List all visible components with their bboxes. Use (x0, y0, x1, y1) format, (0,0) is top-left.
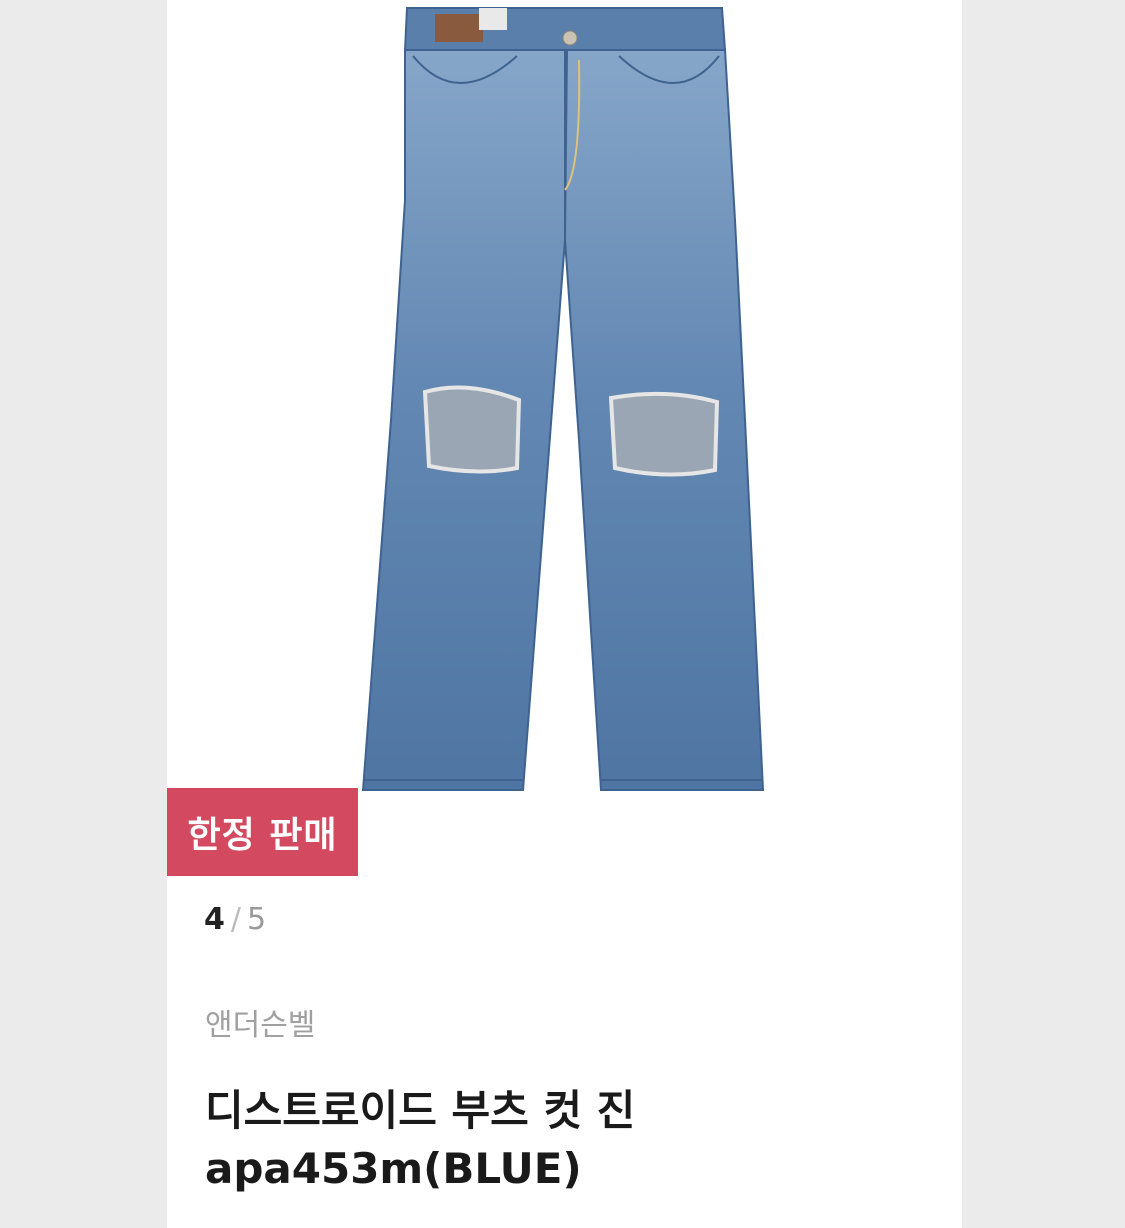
product-image[interactable] (167, 0, 962, 880)
pager-current: 4 (204, 902, 225, 937)
brand-name[interactable]: 앤더슨벨 (205, 1000, 315, 1044)
product-title: 디스트로이드 부츠 컷 진 apa453m(BLUE) (205, 1086, 636, 1193)
pager-separator: / (230, 902, 241, 937)
product-card: 한정 판매 4/5 앤더슨벨 디스트로이드 부츠 컷 진 apa453m(BLU… (167, 0, 962, 1228)
image-pager: 4/5 (204, 902, 266, 937)
jeans-illustration (361, 7, 765, 791)
pager-total: 5 (246, 902, 267, 937)
limited-sale-badge: 한정 판매 (167, 788, 358, 876)
